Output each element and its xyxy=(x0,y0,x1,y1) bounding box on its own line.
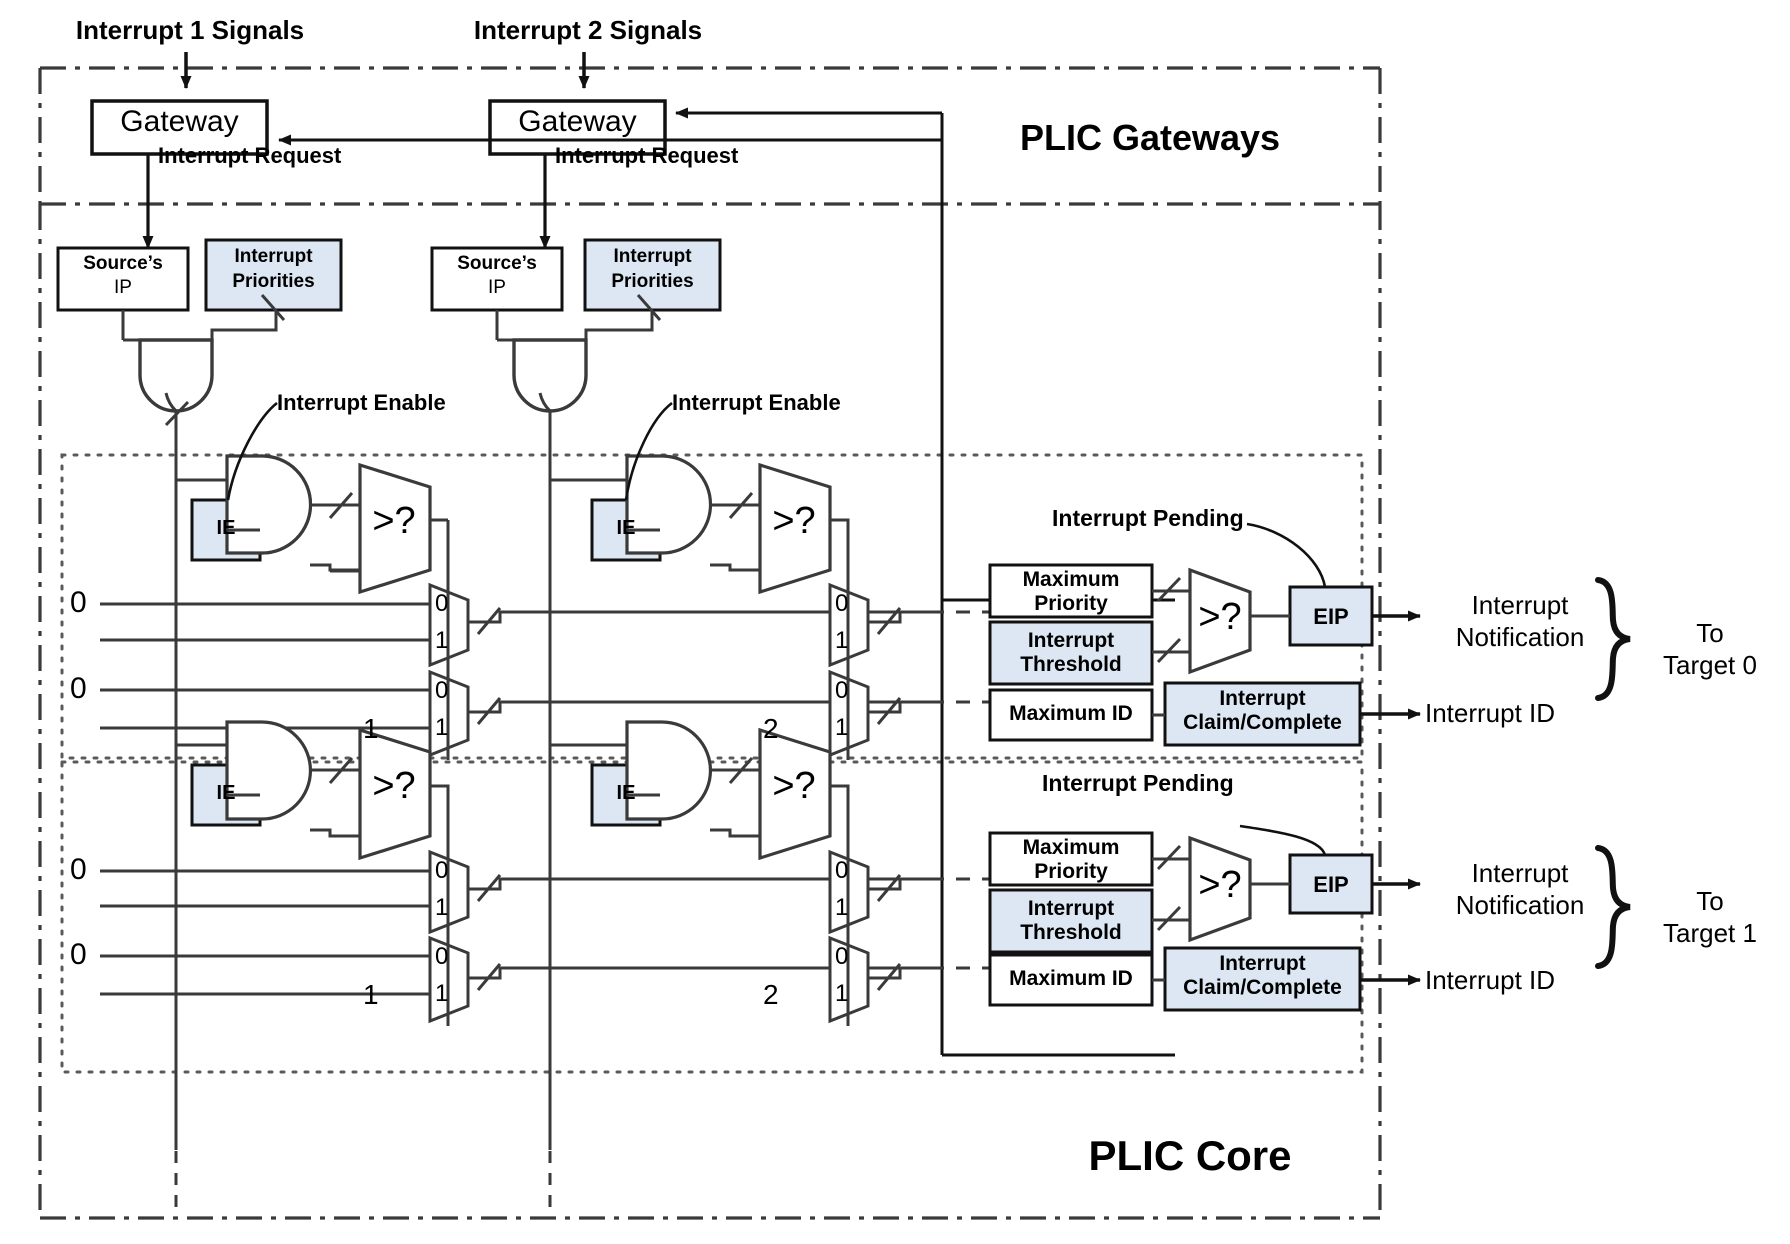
mux-sel1-t1c2a: 1 xyxy=(835,894,849,921)
interrupt-threshold-label-t0b: Threshold xyxy=(1020,653,1122,676)
interrupt-notification-label-t1a: Interrupt xyxy=(1471,858,1569,888)
maximum-priority-label-t0b: Priority xyxy=(1034,592,1108,615)
interrupt-enable-label-2: Interrupt Enable xyxy=(672,390,841,415)
source-ip-label-2b: IP xyxy=(488,277,506,298)
maximum-priority-label-t1a: Maximum xyxy=(1022,836,1120,859)
mux-sel1-t0c1b: 1 xyxy=(435,714,449,741)
interrupt-pending-leader-t1 xyxy=(1239,824,1327,856)
mux-sel1-t1c2b: 1 xyxy=(835,980,849,1007)
interrupt-enable-label-1: Interrupt Enable xyxy=(277,390,446,415)
interrupt-pending-label-t0: Interrupt Pending xyxy=(1052,505,1244,531)
claim-complete-label-t0a: Interrupt xyxy=(1219,687,1306,710)
interrupt-priorities-label-2b: Priorities xyxy=(611,271,694,292)
mux-sel1-t1c1a: 1 xyxy=(435,894,449,921)
source-ip-label-1a: Source’s xyxy=(83,253,163,274)
const-id-t0c1: 1 xyxy=(363,713,379,744)
interrupt-priorities-label-2a: Interrupt xyxy=(613,246,692,267)
comparator-label-threshold-t0: >? xyxy=(1198,596,1242,638)
interrupt-input-arrows xyxy=(180,52,590,89)
claim-complete-label-t1a: Interrupt xyxy=(1219,952,1306,975)
interrupt-pending-leader-t0 xyxy=(1246,522,1327,588)
comparator-label-t0c2: >? xyxy=(772,500,816,542)
interrupt-id-label-t1: Interrupt ID xyxy=(1425,965,1556,995)
claim-complete-label-t1b: Claim/Complete xyxy=(1183,976,1342,999)
const-id-t0c2: 2 xyxy=(763,713,779,744)
comparator-label-t1c2: >? xyxy=(772,765,816,807)
gateway-label-1: Gateway xyxy=(120,105,239,138)
mux-sel0-t1c2a: 0 xyxy=(835,857,849,884)
mux-sel1-t0c1a: 1 xyxy=(435,627,449,654)
gateway-label-2: Gateway xyxy=(518,105,637,138)
source-and-gate-1 xyxy=(138,338,214,413)
const-zero-t1-id: 0 xyxy=(70,938,87,971)
source-bus-dash-tail xyxy=(174,1085,552,1218)
const-zero-t0-priority: 0 xyxy=(70,586,87,619)
claim-complete-label-t0b: Claim/Complete xyxy=(1183,711,1342,734)
ie-label-t1c2: IE xyxy=(616,782,636,804)
source-ip-label-2a: Source’s xyxy=(457,253,537,274)
plic-core-label: PLIC Core xyxy=(1088,1132,1292,1179)
ie-label-t1c1: IE xyxy=(216,782,236,804)
eip-label-t1: EIP xyxy=(1313,872,1349,897)
source-ip-label-1b: IP xyxy=(114,277,132,298)
interrupt-notification-label-t0a: Interrupt xyxy=(1471,590,1569,620)
maximum-id-label-t0: Maximum ID xyxy=(1009,702,1133,725)
mux-sel0-t1c1a: 0 xyxy=(435,857,449,884)
mux-sel0-t0c1b: 0 xyxy=(435,677,449,704)
source-and-gate-2 xyxy=(512,338,588,413)
interrupt-notification-label-t0b: Notification xyxy=(1455,622,1585,652)
interrupt-notification-label-t1b: Notification xyxy=(1455,890,1585,920)
interrupt-id-label-t0: Interrupt ID xyxy=(1425,698,1556,728)
t0c1-mux-wires xyxy=(100,573,930,760)
interrupt-priorities-label-1b: Priorities xyxy=(232,271,315,292)
to-word-t1: To xyxy=(1696,886,1724,916)
comparator-label-t1c1: >? xyxy=(372,765,416,807)
interrupt-request-label-1: Interrupt Request xyxy=(158,143,342,168)
to-word-t0: To xyxy=(1696,618,1724,648)
mux-sel0-t0c1a: 0 xyxy=(435,590,449,617)
comparator-label-threshold-t1: >? xyxy=(1198,864,1242,906)
interrupt-threshold-label-t0a: Interrupt xyxy=(1027,629,1115,652)
target-word-t0: Target 0 xyxy=(1663,650,1757,680)
interrupt-threshold-label-t1b: Threshold xyxy=(1020,921,1122,944)
input-label-1: Interrupt 1 Signals xyxy=(75,15,305,45)
const-zero-t0-id: 0 xyxy=(70,672,87,705)
mux-sel0-t1c2b: 0 xyxy=(835,943,849,970)
target-word-t1: Target 1 xyxy=(1663,918,1757,948)
interrupt-pending-label-t1: Interrupt Pending xyxy=(1042,770,1234,796)
mux-sel1-t1c1b: 1 xyxy=(435,980,449,1007)
const-id-t1c1: 1 xyxy=(363,979,379,1010)
interrupt-priorities-label-1a: Interrupt xyxy=(234,246,313,267)
t1c1-mux-wires xyxy=(100,840,930,1026)
mux-sel1-t0c2b: 1 xyxy=(835,714,849,741)
plic-block-diagram: Interrupt 1 Signals Interrupt 2 Signals … xyxy=(0,0,1790,1244)
ie-label-t0c2: IE xyxy=(616,517,636,539)
comparator-label-t0c1: >? xyxy=(372,500,416,542)
mux-sel0-t1c1b: 0 xyxy=(435,943,449,970)
mux-sel0-t0c2a: 0 xyxy=(835,590,849,617)
mux-sel1-t0c2a: 1 xyxy=(835,627,849,654)
interrupt-request-label-2: Interrupt Request xyxy=(555,143,739,168)
maximum-priority-label-t0a: Maximum xyxy=(1022,568,1120,591)
mux-sel0-t0c2b: 0 xyxy=(835,677,849,704)
const-id-t1c2: 2 xyxy=(763,979,779,1010)
const-zero-t1-priority: 0 xyxy=(70,853,87,886)
eip-label-t0: EIP xyxy=(1313,604,1349,629)
interrupt-threshold-label-t1a: Interrupt xyxy=(1027,897,1115,920)
ie-label-t0c1: IE xyxy=(216,517,236,539)
plic-gateways-label: PLIC Gateways xyxy=(1019,117,1281,158)
maximum-priority-label-t1b: Priority xyxy=(1034,860,1108,883)
input-label-2: Interrupt 2 Signals xyxy=(473,15,703,45)
maximum-id-label-t1: Maximum ID xyxy=(1009,967,1133,990)
